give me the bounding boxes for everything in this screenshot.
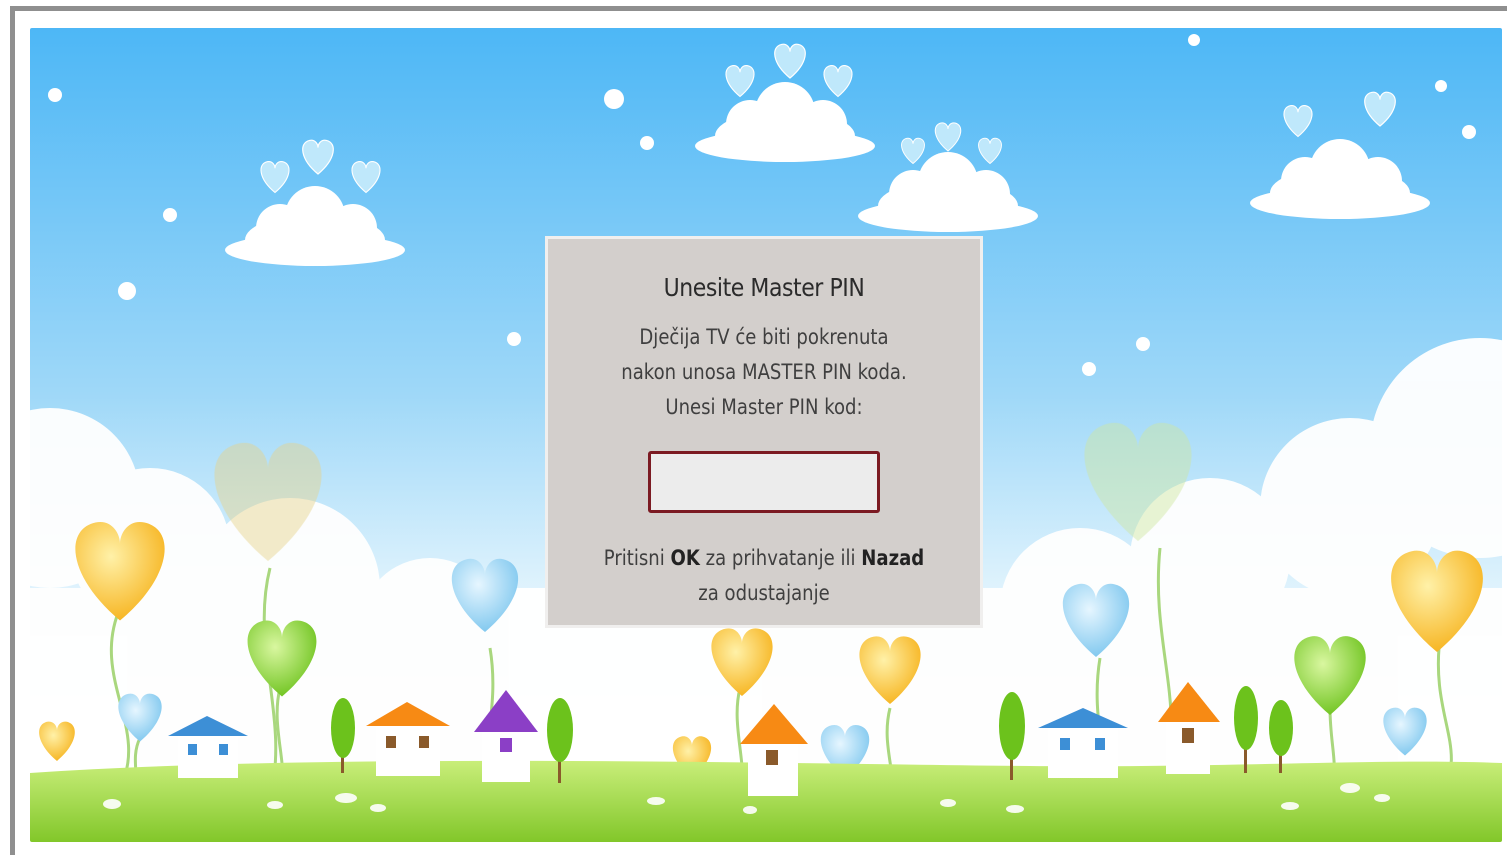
hint-suffix: za odustajanje [698, 581, 830, 605]
hint-prefix: Pritisni [603, 546, 665, 570]
dialog-message: Dječija TV će biti pokrenuta nakon unosa… [621, 325, 907, 419]
dialog-title: Unesite Master PIN [663, 273, 865, 302]
tv-screen-frame: Unesite Master PIN Dječija TV će biti po… [0, 0, 1507, 855]
hint-middle: za prihvatanje ili [705, 546, 856, 570]
master-pin-input[interactable] [648, 451, 880, 513]
back-key-label: Nazad [861, 546, 925, 570]
ok-key-label: OK [670, 546, 700, 570]
master-pin-dialog: Unesite Master PIN Dječija TV će biti po… [545, 236, 983, 628]
dialog-hint: Pritisni OK za prihvatanje ili Nazad za … [592, 541, 936, 611]
